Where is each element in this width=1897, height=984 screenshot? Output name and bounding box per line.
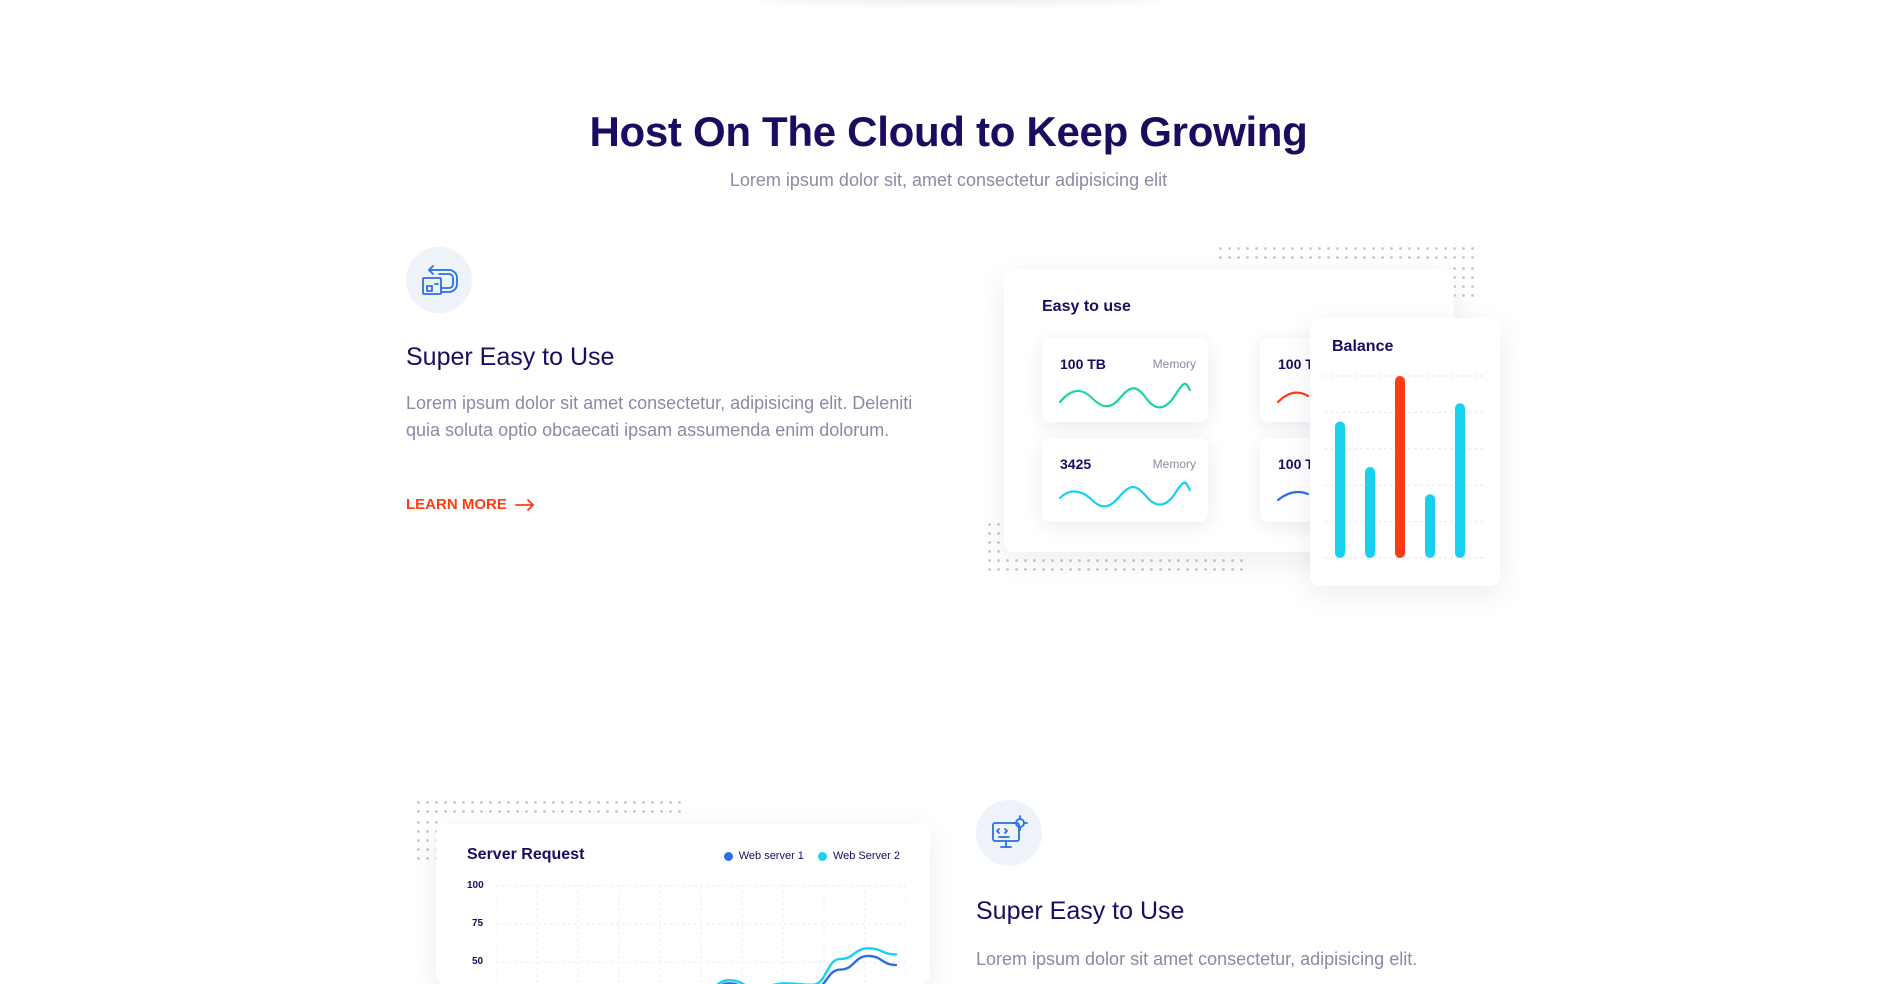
- section-subtitle: Lorem ipsum dolor sit, amet consectetur …: [729, 170, 1168, 190]
- bar: [1365, 467, 1375, 558]
- arrow-right-icon: [514, 498, 534, 511]
- series-line: [716, 947, 898, 984]
- server-request-title: Server Request: [467, 846, 585, 863]
- chart-legend: Web server 1 Web Server 2: [723, 850, 900, 862]
- server-migration-icon: [406, 247, 472, 313]
- stat-label: Memory: [1152, 357, 1196, 371]
- feature-title: Super Easy to Use: [976, 897, 1185, 925]
- section-title: Host On The Cloud to Keep Growing: [589, 108, 1308, 155]
- y-tick-label: 50: [472, 956, 484, 967]
- balance-card: Balance: [1310, 318, 1500, 586]
- sparkline: [1058, 382, 1192, 409]
- easy-card-title: Easy to use: [1042, 298, 1131, 315]
- bar: [1455, 403, 1465, 558]
- feature-description: Lorem ipsum dolor sit amet consectetur, …: [406, 393, 913, 440]
- stat-label: Memory: [1152, 457, 1196, 471]
- legend-label: Web server 1: [738, 850, 804, 862]
- legend-dot: [723, 851, 733, 861]
- bar: [1425, 494, 1435, 558]
- computer-settings-icon: [976, 800, 1042, 866]
- dot-pattern: [985, 520, 1005, 560]
- legend-dot: [817, 851, 827, 861]
- y-tick-label: 75: [472, 918, 484, 929]
- server-request-line-chart: [496, 884, 906, 984]
- series-line: [720, 954, 898, 984]
- legend-item: Web Server 2: [817, 850, 900, 862]
- bar: [1335, 421, 1345, 558]
- bar: [1395, 376, 1405, 558]
- learn-more-label: LEARN MORE: [406, 496, 507, 513]
- sparkline: [1058, 481, 1192, 508]
- balance-title: Balance: [1332, 338, 1394, 355]
- legend-label: Web Server 2: [832, 850, 900, 862]
- stat-value: 100 TB: [1060, 356, 1106, 372]
- learn-more-link[interactable]: LEARN MORE: [406, 496, 535, 513]
- legend-item: Web server 1: [723, 850, 804, 862]
- feature-title: Super Easy to Use: [406, 343, 615, 371]
- dot-pattern: [414, 798, 684, 818]
- y-tick-label: 100: [467, 880, 484, 891]
- stat-tile: 3425 Memory: [1042, 438, 1208, 522]
- server-request-card: Server Request Web server 1 Web Server 2…: [436, 824, 930, 984]
- stat-tile: 100 TB Memory: [1042, 338, 1208, 422]
- dot-pattern: [1216, 244, 1474, 264]
- feature-description: Lorem ipsum dolor sit amet consectetur, …: [976, 949, 1418, 969]
- stat-value: 3425: [1060, 456, 1092, 472]
- balance-bar-chart: [1324, 375, 1486, 559]
- dot-pattern: [985, 556, 1245, 576]
